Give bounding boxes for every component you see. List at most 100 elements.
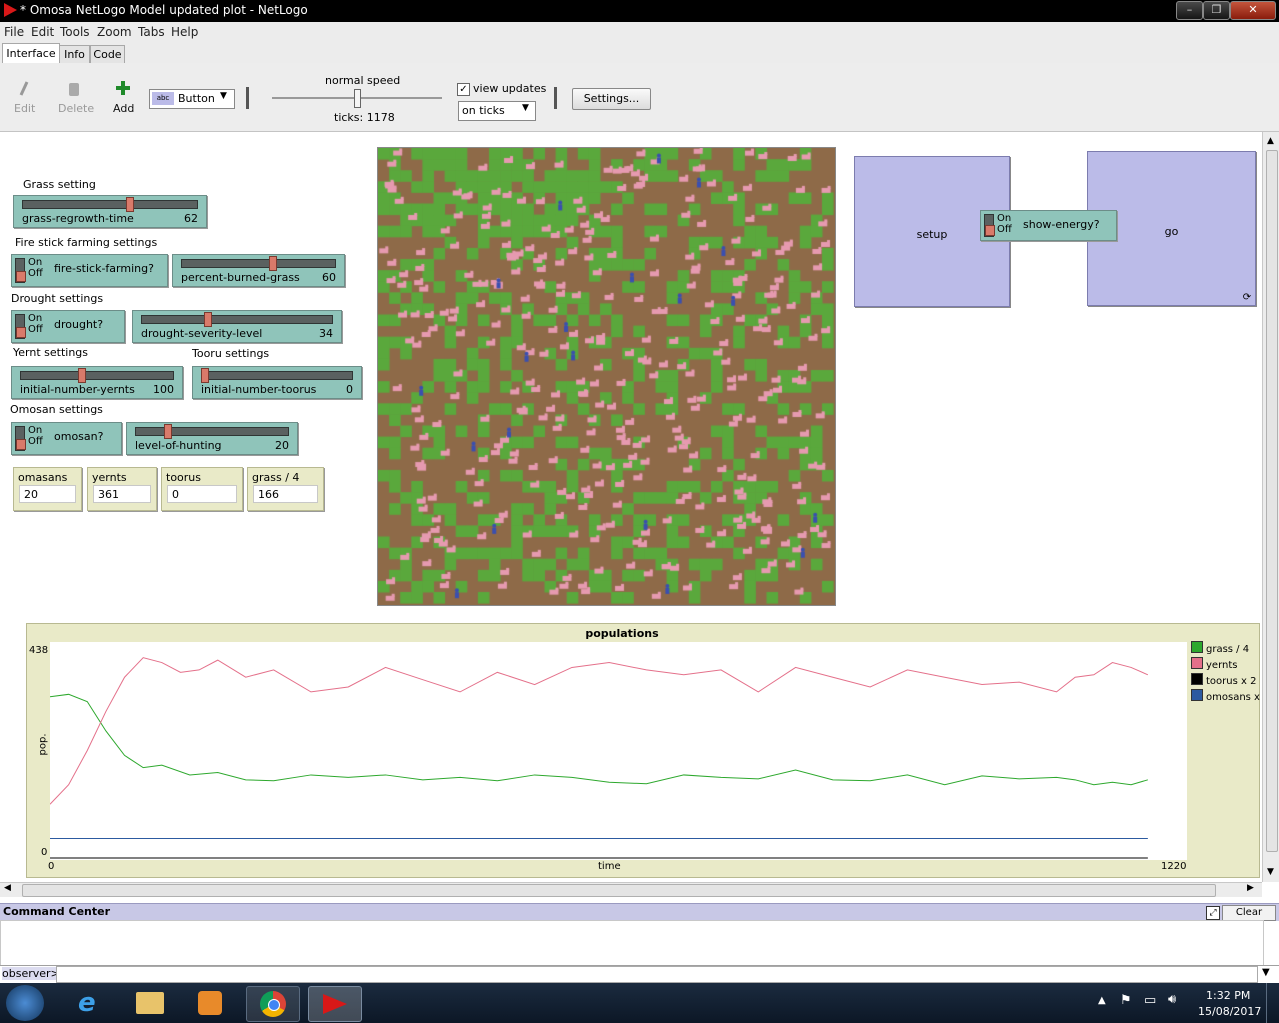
command-center-title: Command Center (3, 905, 111, 918)
grass-regrowth-slider[interactable]: grass-regrowth-time 62 (13, 195, 207, 228)
drought-switch[interactable]: On Off drought? (11, 310, 125, 343)
fire-settings-label: Fire stick farming settings (15, 236, 158, 249)
widget-type-value: Button (178, 92, 215, 105)
action-center-flag-icon[interactable]: ⚑ (1120, 993, 1132, 1008)
menu-edit[interactable]: Edit (31, 25, 54, 39)
populations-plot: populations 438 0 pop. 0 time 1220 grass… (26, 623, 1260, 878)
legend-item: yernts (1191, 657, 1237, 671)
command-input[interactable] (56, 966, 1258, 983)
settings-button[interactable]: Settings... (572, 88, 651, 110)
horizontal-scroll-thumb[interactable] (22, 884, 1216, 897)
tab-code[interactable]: Code (90, 45, 125, 63)
menu-tools[interactable]: Tools (60, 25, 90, 39)
slider-name: percent-burned-grass (181, 271, 300, 284)
omosan-switch[interactable]: On Off omosan? (11, 422, 122, 455)
maximize-button[interactable]: ❐ (1203, 1, 1230, 20)
switch-on-label: On (28, 313, 43, 324)
x-max-label: 1220 (1161, 861, 1187, 872)
vertical-scroll-thumb[interactable] (1266, 150, 1278, 852)
chevron-down-icon[interactable]: ▼ (1262, 967, 1270, 978)
expand-icon[interactable]: ⤢ (1206, 906, 1220, 920)
internet-explorer-icon[interactable]: e (62, 986, 114, 1020)
omosan-settings-label: Omosan settings (10, 403, 103, 416)
menu-bar: File Edit Tools Zoom Tabs Help (0, 22, 1279, 41)
speed-slider[interactable] (272, 89, 442, 108)
start-button-icon[interactable] (6, 985, 44, 1021)
menu-tabs[interactable]: Tabs (138, 25, 165, 39)
scroll-right-icon[interactable]: ▶ (1247, 883, 1254, 893)
close-button[interactable]: ✕ (1230, 1, 1276, 20)
chrome-icon[interactable] (246, 986, 300, 1022)
percent-burned-grass-slider[interactable]: percent-burned-grass 60 (172, 254, 345, 287)
y-axis-label: pop. (37, 733, 49, 756)
switch-off-label: Off (28, 324, 43, 335)
ticks-counter: ticks: 1178 (334, 111, 395, 124)
fire-stick-farming-switch[interactable]: On Off fire-stick-farming? (11, 254, 168, 287)
taskbar: e ▲ ⚑ ▭ 🔊︎ 1:32 PM 15/08/2017 (0, 983, 1279, 1023)
legend-swatch (1191, 641, 1203, 653)
vertical-scrollbar[interactable]: ▲ ▼ (1262, 132, 1279, 882)
chevron-down-icon: ▼ (522, 103, 529, 113)
update-mode-select[interactable]: on ticks ▼ (458, 101, 536, 121)
netlogo-taskbar-icon[interactable] (308, 986, 362, 1022)
tooru-settings-label: Tooru settings (192, 347, 270, 360)
clock-date[interactable]: 15/08/2017 (1198, 1005, 1261, 1018)
drought-settings-label: Drought settings (11, 292, 104, 305)
tab-interface[interactable]: Interface (2, 43, 60, 64)
volume-icon[interactable]: 🔊︎ (1168, 992, 1176, 1007)
toolbar-separator (246, 87, 249, 109)
legend-label: toorus x 2 (1206, 676, 1257, 687)
tab-info[interactable]: Info (59, 45, 90, 63)
toolbar-separator (554, 87, 557, 109)
menu-zoom[interactable]: Zoom (97, 25, 132, 39)
yernt-settings-label: Yernt settings (13, 346, 89, 359)
show-energy-switch[interactable]: On Off show-energy? (980, 210, 1117, 241)
slider-value: 0 (346, 383, 353, 396)
initial-toorus-slider[interactable]: initial-number-toorus 0 (192, 366, 362, 399)
minimize-button[interactable]: – (1176, 1, 1203, 20)
show-desktop-button[interactable] (1266, 983, 1279, 1023)
file-explorer-icon[interactable] (124, 986, 176, 1020)
scroll-down-icon[interactable]: ▼ (1267, 867, 1274, 877)
add-label: Add (113, 102, 135, 115)
observer-prompt[interactable]: observer> (2, 967, 60, 980)
world-canvas (378, 148, 835, 605)
window-title: * Omosa NetLogo Model updated plot - Net… (20, 3, 308, 17)
widget-type-select[interactable]: abc Button ▼ (149, 89, 235, 109)
delete-button[interactable]: Delete (58, 79, 94, 115)
edit-button[interactable]: Edit (14, 79, 36, 115)
monitor-yernts: yernts 361 (87, 467, 157, 511)
network-icon[interactable]: ▭ (1144, 993, 1156, 1008)
legend-swatch (1191, 689, 1203, 701)
scroll-up-icon[interactable]: ▲ (1267, 136, 1274, 146)
monitor-name: yernts (92, 471, 127, 484)
monitor-value: 20 (19, 485, 76, 503)
switch-name: drought? (54, 318, 104, 331)
clock-time[interactable]: 1:32 PM (1206, 989, 1250, 1002)
trash-icon (69, 83, 79, 96)
scroll-left-icon[interactable]: ◀ (4, 883, 11, 893)
menu-file[interactable]: File (4, 25, 24, 39)
menu-help[interactable]: Help (171, 25, 198, 39)
monitor-name: omasans (18, 471, 68, 484)
slider-name: initial-number-toorus (201, 383, 317, 396)
speed-slider-thumb[interactable] (354, 89, 361, 108)
command-output[interactable] (0, 920, 1264, 966)
view-updates-checkbox[interactable]: ✓ (457, 83, 470, 96)
plot-series-1 (50, 657, 1149, 805)
horizontal-scrollbar[interactable]: ◀ ▶ (0, 882, 1262, 897)
media-player-icon[interactable] (184, 986, 236, 1020)
edit-label: Edit (14, 102, 36, 115)
add-button[interactable]: Add (112, 79, 136, 115)
toolbar: Edit Delete Add abc Button ▼ normal spee… (0, 63, 1279, 132)
drought-severity-slider[interactable]: drought-severity-level 34 (132, 310, 342, 343)
slider-name: level-of-hunting (135, 439, 222, 452)
initial-yernts-slider[interactable]: initial-number-yernts 100 (11, 366, 183, 399)
legend-swatch (1191, 657, 1203, 669)
show-hidden-icons-icon[interactable]: ▲ (1098, 995, 1106, 1006)
level-of-hunting-slider[interactable]: level-of-hunting 20 (126, 422, 298, 455)
monitor-name: grass / 4 (252, 471, 300, 484)
world-view[interactable] (377, 147, 836, 606)
clear-button[interactable]: Clear (1222, 905, 1276, 921)
speed-label: normal speed (325, 74, 401, 87)
